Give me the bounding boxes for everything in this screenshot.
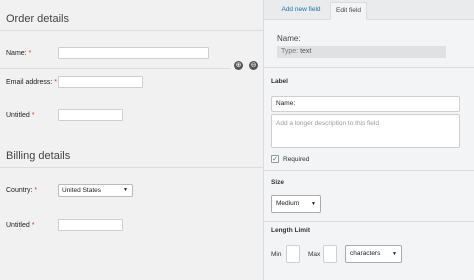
max-input[interactable] [323, 245, 337, 263]
minus-circle-icon[interactable]: ⊖ [249, 61, 258, 70]
section-divider [0, 167, 263, 168]
untitled-input[interactable] [58, 109, 123, 121]
name-label: Name: * [6, 50, 32, 57]
untitled-label-2: Untitled * [6, 222, 35, 229]
order-details-title: Order details [6, 13, 69, 25]
field-name-heading: Name: [277, 34, 301, 43]
required-checkbox[interactable]: ✓ [271, 155, 279, 163]
plus-circle-icon[interactable]: ⊕ [234, 61, 243, 70]
untitled-label: Untitled * [6, 112, 35, 119]
max-label: Max [308, 251, 321, 258]
chevron-down-icon: ▼ [392, 251, 397, 257]
billing-details-title: Billing details [6, 150, 71, 162]
name-input[interactable] [58, 47, 209, 59]
country-label: Country: * [6, 187, 38, 194]
size-section-title: Size [271, 179, 285, 186]
tab-add-new-field[interactable]: Add new field [273, 2, 329, 20]
row-divider [0, 68, 230, 69]
email-input[interactable] [58, 76, 143, 88]
label-input[interactable]: Name: [271, 96, 460, 112]
tab-bar: Add new field Edit field [264, 0, 474, 20]
required-label: Required [283, 156, 310, 163]
field-type-line: Type: text [277, 46, 446, 58]
tab-edit-field[interactable]: Edit field [330, 2, 367, 20]
min-input[interactable] [286, 245, 300, 263]
section-divider [0, 30, 263, 31]
length-unit-select[interactable]: characters ▼ [345, 245, 402, 263]
panel-divider [264, 221, 474, 222]
chevron-down-icon: ▼ [311, 201, 316, 207]
untitled-input-2[interactable] [58, 219, 123, 231]
label-section-title: Label [271, 78, 288, 85]
min-label: Min [271, 251, 282, 258]
description-textarea[interactable]: Add a longer description to this field [271, 114, 460, 148]
form-preview: Order details Name: * ⊕ ⊖ Email address:… [0, 0, 263, 280]
length-limit-title: Length Limit [271, 227, 310, 234]
chevron-down-icon: ▼ [123, 187, 128, 193]
country-select[interactable]: United States ▼ [58, 184, 133, 197]
panel-divider [264, 170, 474, 171]
field-editor-panel: Add new field Edit field Name: Type: tex… [263, 0, 474, 280]
size-select[interactable]: Medium ▼ [271, 195, 321, 213]
email-label: Email address: * [6, 79, 57, 86]
panel-divider [264, 67, 474, 68]
